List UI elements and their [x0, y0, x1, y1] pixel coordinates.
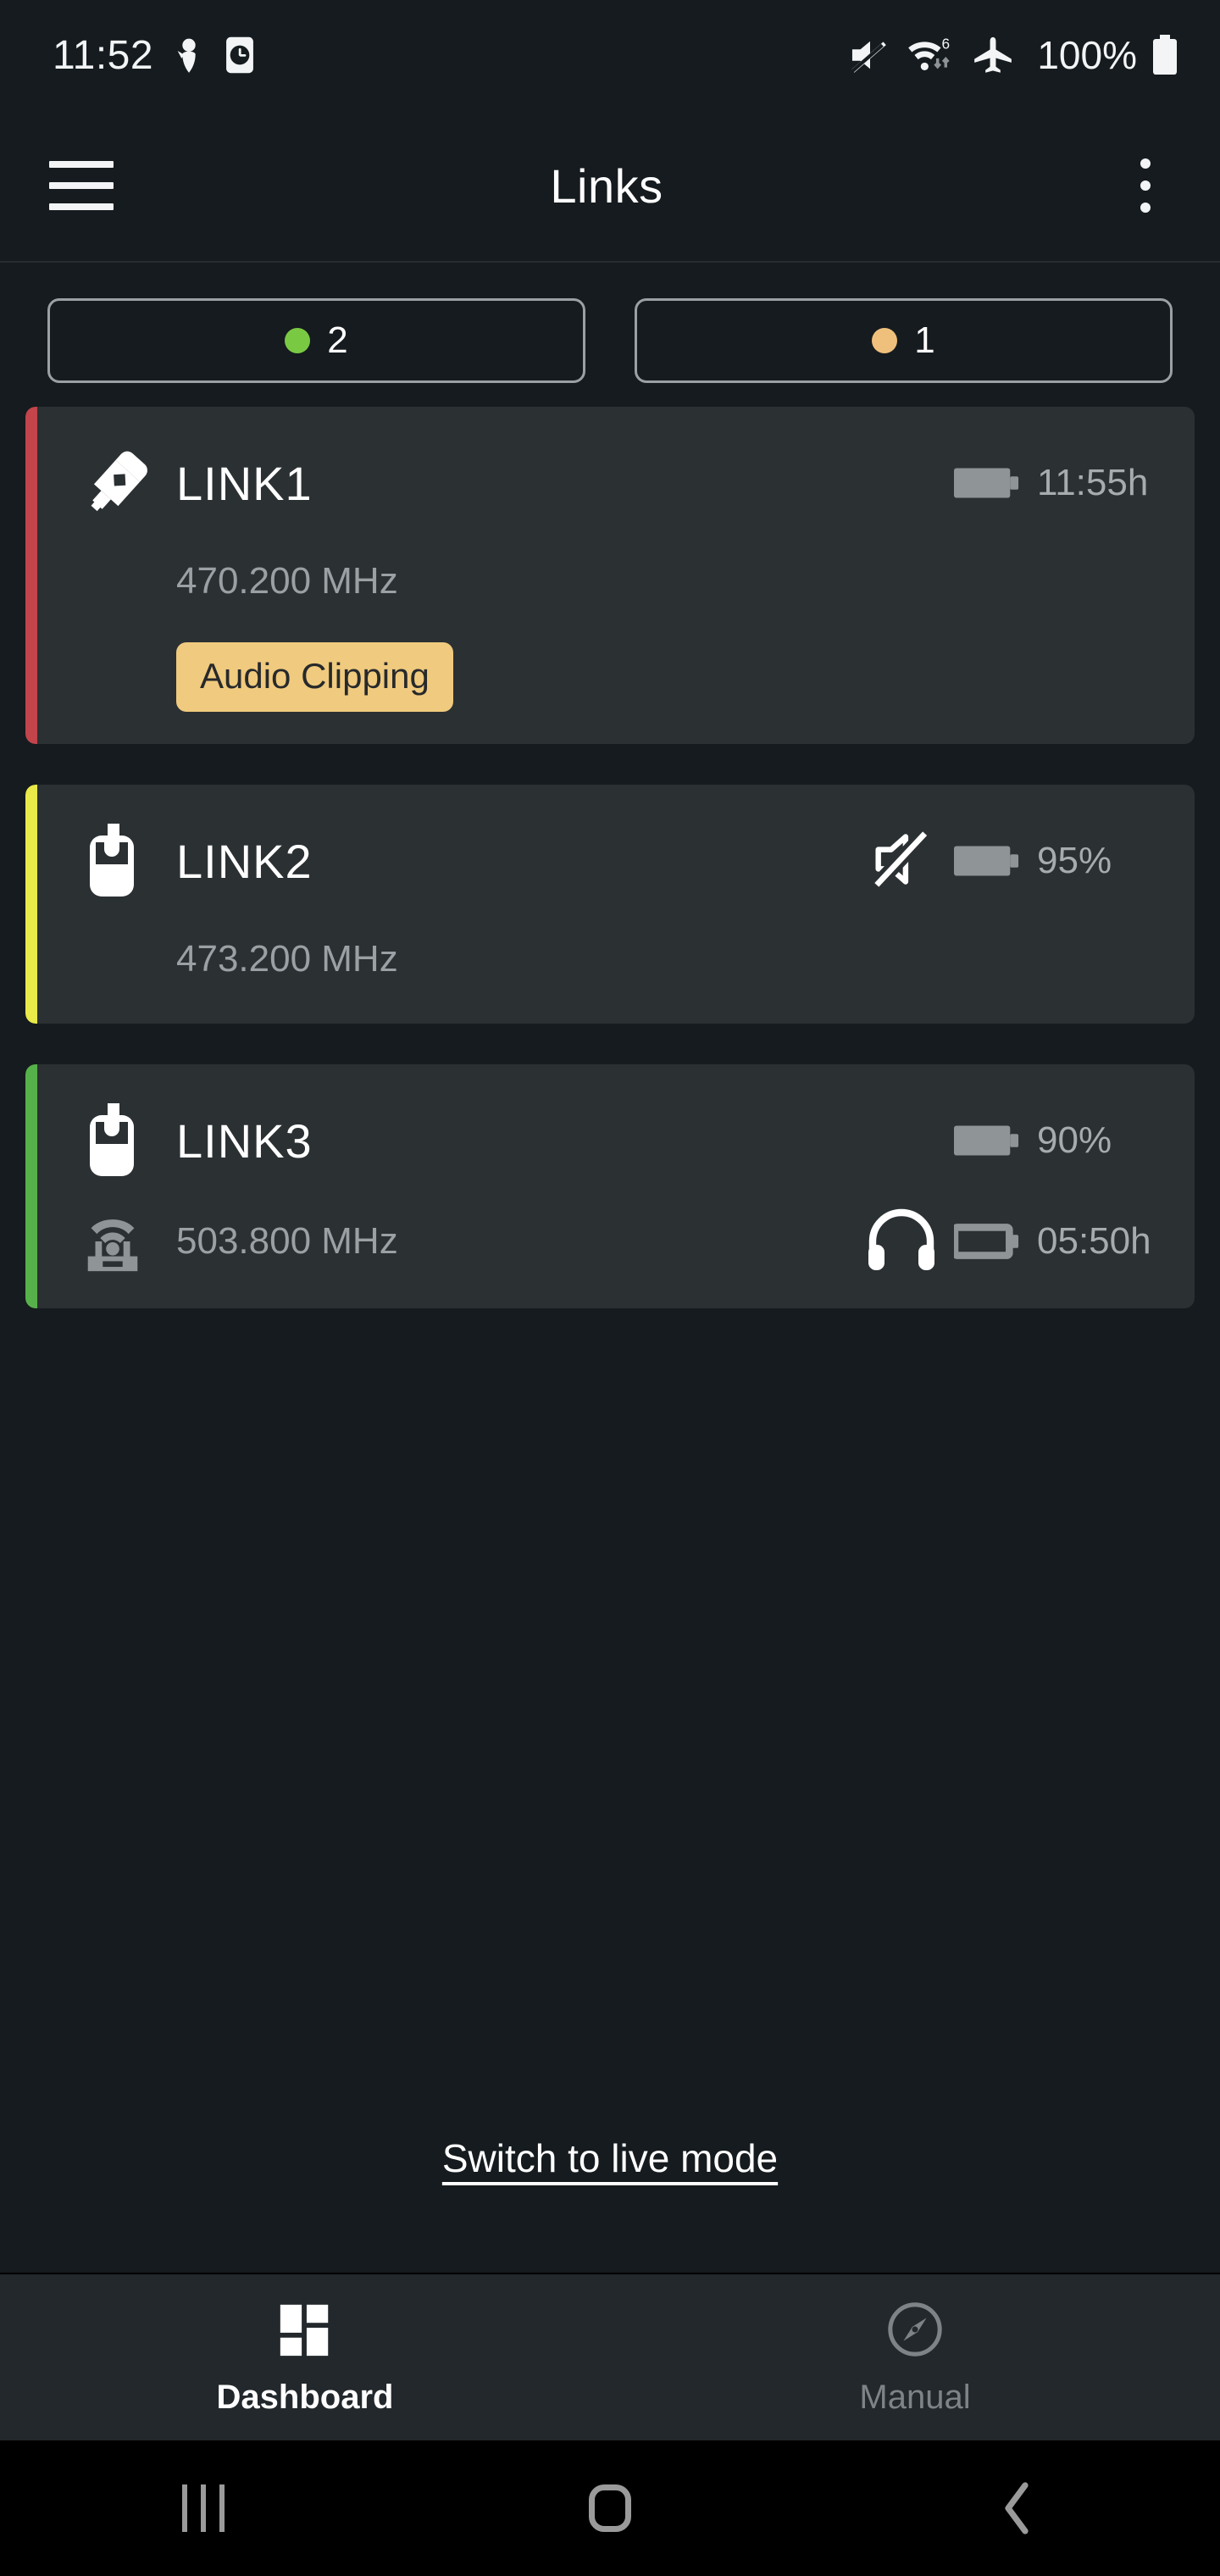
status-bar-left: 11:52	[53, 32, 255, 79]
tab-label-manual: Manual	[859, 2379, 971, 2416]
handheld-microphone-icon	[78, 444, 176, 522]
recents-bar	[201, 2484, 206, 2532]
kebab-dot	[1140, 203, 1151, 213]
link-frequency: 503.800 MHz	[176, 1220, 398, 1262]
android-navigation-bar	[0, 2440, 1220, 2576]
bottom-tab-bar: Dashboard Manual	[0, 2273, 1220, 2442]
link-card[interactable]: LINK3 90% 503.800 MHz 05:50h	[25, 1064, 1195, 1308]
switch-to-live-mode-link[interactable]: Switch to live mode	[442, 2136, 778, 2180]
wifi-6-icon: 6	[905, 36, 957, 75]
tab-manual[interactable]: Manual	[610, 2274, 1220, 2442]
status-bar-right: 6 100%	[849, 32, 1179, 78]
more-vertical-icon[interactable]	[1115, 148, 1176, 223]
status-dot-amber	[872, 328, 898, 353]
tab-dashboard[interactable]: Dashboard	[0, 2274, 610, 2442]
live-mode-row: Switch to live mode	[0, 2135, 1220, 2181]
battery-full-icon	[954, 463, 1020, 503]
svg-text:6: 6	[942, 36, 951, 52]
status-accent-bar	[25, 407, 37, 744]
status-filter-chips: 2 1	[0, 263, 1220, 407]
back-icon[interactable]	[813, 2482, 1220, 2534]
battery-percent-label: 100%	[1037, 33, 1137, 77]
home-icon[interactable]	[407, 2484, 813, 2532]
status-dot-green	[285, 328, 311, 353]
filter-chip-warning[interactable]: 1	[635, 298, 1173, 383]
filter-count-warning: 1	[914, 319, 935, 361]
bodypack-transmitter-icon	[78, 822, 176, 900]
filter-count-ok: 2	[327, 319, 348, 361]
kebab-dot	[1140, 158, 1151, 169]
battery-icon	[1151, 34, 1179, 76]
tab-label-dashboard: Dashboard	[216, 2379, 394, 2416]
link-frequency: 473.200 MHz	[176, 938, 398, 980]
recents-bars	[182, 2484, 225, 2532]
link-card[interactable]: LINK1 11:55h 470.200 MHz Audio Clipping	[25, 407, 1195, 744]
status-bar: 11:52 6 100%	[0, 0, 1220, 110]
status-accent-bar	[25, 785, 37, 1024]
battery-empty-icon	[954, 1221, 1020, 1262]
dashboard-grid-icon	[275, 2300, 335, 2363]
battery-percent-label: 95%	[1037, 840, 1112, 881]
home-shape	[589, 2484, 631, 2532]
battery-percent-label: 90%	[1037, 1119, 1112, 1161]
audio-muted-icon	[871, 828, 937, 894]
battery-full-icon	[954, 1120, 1020, 1161]
compass-icon	[885, 2300, 945, 2363]
link-name: LINK1	[176, 456, 313, 510]
battery-full-icon	[954, 841, 1020, 881]
mute-icon	[849, 36, 891, 74]
link-frequency: 470.200 MHz	[176, 560, 398, 602]
app-bar: Links	[0, 110, 1220, 263]
back-chevron	[1005, 2482, 1029, 2534]
page-title: Links	[550, 158, 663, 213]
recents-bar	[219, 2484, 225, 2532]
bodypack-transmitter-icon	[78, 1102, 176, 1180]
links-list: LINK1 11:55h 470.200 MHz Audio Clipping …	[0, 407, 1220, 1308]
airplane-mode-icon	[971, 36, 1015, 75]
kebab-dot	[1140, 180, 1151, 191]
battery-runtime-label: 11:55h	[1037, 462, 1149, 503]
bug-icon	[172, 36, 206, 74]
alarm-clock-icon	[225, 36, 255, 75]
battery-runtime-label: 05:50h	[1037, 1220, 1151, 1262]
phone-screen: 11:52 6 100% Links 2 1 LINK1 11:55h 470.…	[0, 0, 1220, 2576]
link-card[interactable]: LINK2 95% 473.200 MHz	[25, 785, 1195, 1024]
headphones-icon	[866, 1208, 937, 1276]
receiver-antenna-icon	[78, 1207, 176, 1276]
recents-icon[interactable]	[0, 2484, 407, 2532]
status-accent-bar	[25, 1064, 37, 1308]
recents-bar	[182, 2484, 187, 2532]
filter-chip-ok[interactable]: 2	[47, 298, 585, 383]
link-name: LINK2	[176, 834, 313, 888]
link-name: LINK3	[176, 1113, 313, 1168]
status-badge: Audio Clipping	[176, 642, 453, 712]
status-bar-clock: 11:52	[53, 32, 154, 78]
